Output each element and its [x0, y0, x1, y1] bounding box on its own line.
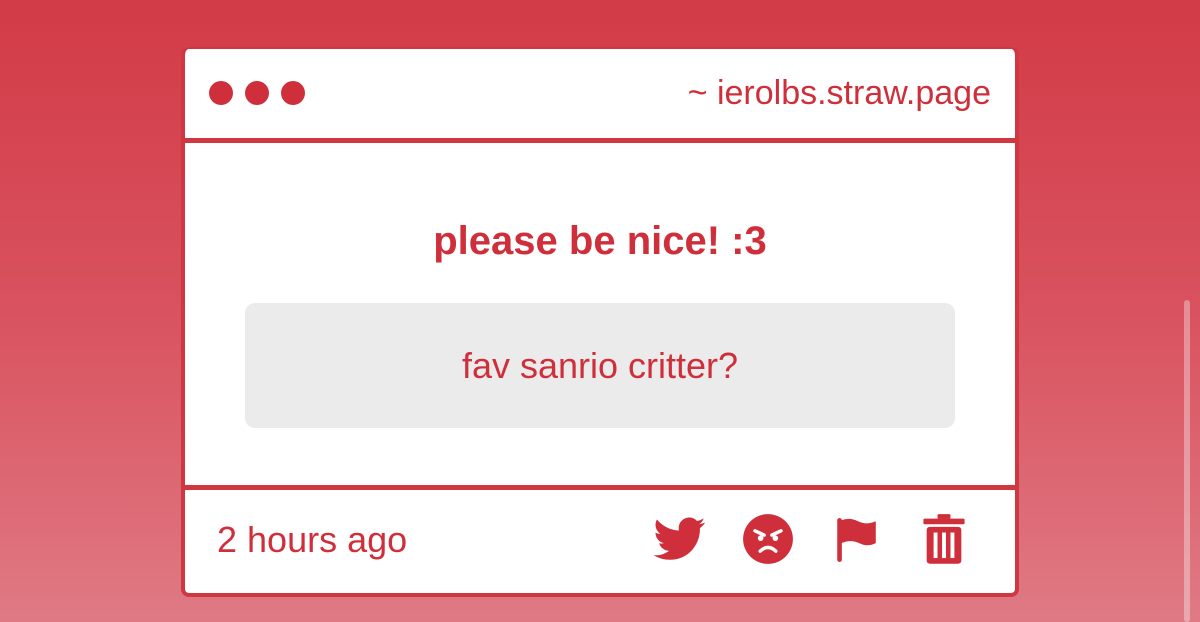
page-url: ~ ierolbs.straw.page: [687, 74, 991, 112]
question-text: fav sanrio critter?: [461, 344, 739, 386]
window-titlebar: ~ ierolbs.straw.page: [185, 49, 1015, 143]
action-icons: [653, 512, 971, 566]
window-dot-3[interactable]: [281, 81, 305, 105]
trash-icon[interactable]: [917, 512, 971, 566]
card-footer: 2 hours ago: [185, 485, 1015, 593]
angry-face-icon[interactable]: [741, 512, 795, 566]
timestamp: 2 hours ago: [217, 519, 408, 560]
flag-icon[interactable]: [829, 512, 883, 566]
window-controls: [209, 81, 305, 105]
window-dot-2[interactable]: [245, 81, 269, 105]
page-title: please be nice! :3: [433, 219, 767, 263]
twitter-icon[interactable]: [653, 512, 707, 566]
question-box: fav sanrio critter?: [245, 303, 955, 428]
card-content: please be nice! :3 fav sanrio critter?: [185, 143, 1015, 485]
window-dot-1[interactable]: [209, 81, 233, 105]
question-card: ~ ierolbs.straw.page please be nice! :3 …: [181, 47, 1019, 597]
scrollbar[interactable]: [1184, 300, 1190, 622]
